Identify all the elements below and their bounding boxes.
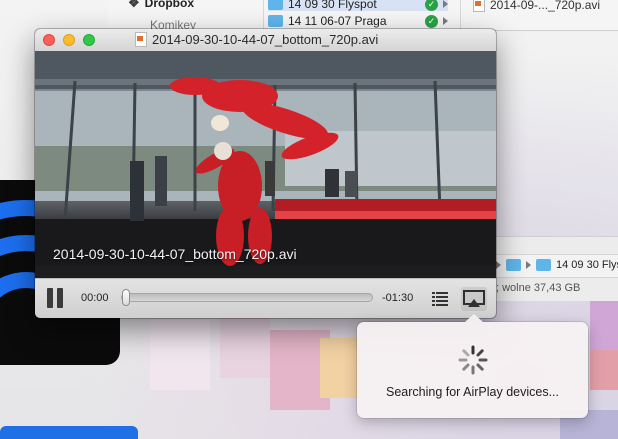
- folder-icon: [268, 15, 283, 27]
- disclosure-arrow-icon: [443, 17, 448, 25]
- airplay-icon: [463, 290, 485, 307]
- finder-window-top: ❖ Dropbox Komikey 14 09 30 Flyspot ✓ 14 …: [108, 0, 618, 32]
- video-player-window: 2014-09-30-10-44-07_bottom_720p.avi 2014…: [35, 29, 496, 318]
- playback-scrubber[interactable]: [121, 289, 373, 306]
- path-item[interactable]: 14 09 30 Flyspot: [496, 259, 618, 271]
- remaining-time: -01:30: [382, 292, 414, 304]
- finder-row-praga[interactable]: 14 11 06-07 Praga ✓: [268, 14, 448, 28]
- pause-button[interactable]: [47, 288, 65, 308]
- window-title: 2014-09-30-10-44-07_bottom_720p.avi: [152, 32, 379, 47]
- airplay-popover: Searching for AirPlay devices...: [357, 314, 588, 418]
- wallpaper-block: [590, 350, 618, 390]
- finder-path-bar: 14 09 30 Flyspot: [494, 254, 618, 278]
- video-filename-overlay: 2014-09-30-10-44-07_bottom_720p.avi: [53, 246, 297, 262]
- wallpaper-block: [320, 338, 360, 398]
- path-separator-icon: [496, 261, 501, 269]
- close-button[interactable]: [43, 34, 55, 46]
- loading-spinner-icon: [458, 345, 488, 375]
- dock-highlight: [0, 426, 138, 439]
- video-file-icon: [473, 0, 485, 12]
- popover-arrow: [465, 314, 483, 322]
- playback-controls: 00:00 -01:30: [35, 278, 496, 318]
- finder-status-bar: ; wolne 37,43 GB: [496, 282, 581, 294]
- chapters-list-icon[interactable]: [432, 292, 448, 306]
- wallpaper-block: [220, 318, 270, 378]
- path-separator-icon: [526, 261, 531, 269]
- finder-window-bottom: 14 09 30 Flyspot ; wolne 37,43 GB: [494, 236, 618, 301]
- finder-preview-file[interactable]: 2014-09-..._720p.avi: [473, 0, 600, 12]
- window-title-group: 2014-09-30-10-44-07_bottom_720p.avi: [135, 32, 378, 47]
- sidebar-item-dropbox[interactable]: ❖ Dropbox: [128, 0, 194, 11]
- minimize-button[interactable]: [63, 34, 75, 46]
- sync-check-icon: ✓: [425, 14, 438, 28]
- elapsed-time: 00:00: [81, 292, 109, 304]
- airplay-status-text: Searching for AirPlay devices...: [386, 385, 559, 399]
- disclosure-arrow-icon: [443, 0, 448, 8]
- airplay-button[interactable]: [461, 287, 487, 311]
- title-bar[interactable]: 2014-09-30-10-44-07_bottom_720p.avi: [35, 29, 496, 52]
- scrubber-knob[interactable]: [122, 289, 130, 306]
- video-file-icon: [135, 32, 147, 47]
- zoom-button[interactable]: [83, 34, 95, 46]
- video-frame[interactable]: 2014-09-30-10-44-07_bottom_720p.avi: [35, 51, 496, 266]
- sync-check-icon: ✓: [425, 0, 438, 11]
- wallpaper-block: [150, 320, 210, 390]
- folder-icon: [268, 0, 283, 10]
- folder-icon: [536, 259, 551, 271]
- wallpaper-block: [590, 300, 618, 350]
- finder-row-flyspot[interactable]: 14 09 30 Flyspot ✓: [268, 0, 448, 11]
- folder-icon: [506, 259, 521, 271]
- video-scene: [35, 51, 496, 266]
- dropbox-icon: ❖: [128, 0, 140, 10]
